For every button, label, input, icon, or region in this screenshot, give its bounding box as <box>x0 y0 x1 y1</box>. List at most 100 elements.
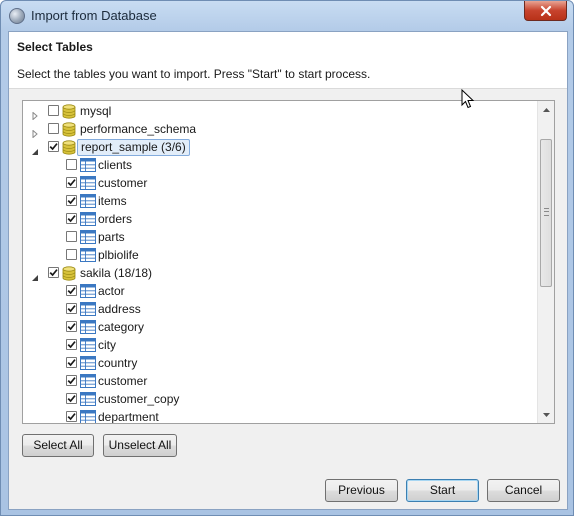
collapsed-arrow-icon[interactable] <box>31 125 39 139</box>
checked-checkbox[interactable] <box>66 321 77 332</box>
checked-checkbox[interactable] <box>66 375 77 386</box>
table-label: parts <box>98 230 125 244</box>
table-label: customer <box>98 176 148 190</box>
scroll-up-icon <box>542 107 550 112</box>
collapsed-arrow-icon[interactable] <box>31 107 39 121</box>
table-icon <box>80 356 96 370</box>
unchecked-checkbox[interactable] <box>66 231 77 242</box>
table-label: address <box>98 302 141 316</box>
tree-database-row[interactable]: performance_schema <box>23 120 538 139</box>
table-label: city <box>98 338 116 352</box>
table-label: orders <box>98 212 133 226</box>
table-label: clients <box>98 158 133 172</box>
table-icon <box>80 212 96 226</box>
table-icon <box>80 230 96 244</box>
table-label: department <box>98 410 159 424</box>
dialog-body: Select Tables Select the tables you want… <box>8 31 568 510</box>
table-icon <box>80 176 96 190</box>
grip-icon <box>544 208 549 216</box>
table-icon <box>80 392 96 406</box>
checked-checkbox[interactable] <box>66 303 77 314</box>
page-description: Select the tables you want to import. Pr… <box>17 67 371 81</box>
expanded-arrow-icon[interactable] <box>31 269 39 281</box>
checked-checkbox[interactable] <box>66 357 77 368</box>
table-icon <box>80 302 96 316</box>
tree-table-row[interactable]: clients <box>23 156 538 174</box>
scroll-down-button[interactable] <box>538 406 554 423</box>
tree-table-row[interactable]: parts <box>23 228 538 246</box>
previous-button[interactable]: Previous <box>325 479 398 502</box>
page-title: Select Tables <box>17 40 93 54</box>
checked-checkbox[interactable] <box>66 195 77 206</box>
tree-table-row[interactable]: plbiolife <box>23 246 538 264</box>
unchecked-checkbox[interactable] <box>48 123 59 134</box>
table-label: actor <box>98 284 125 298</box>
table-icon <box>80 248 96 262</box>
tree-table-row[interactable]: customer <box>23 372 538 390</box>
table-tree[interactable]: mysql performance_schema report_sample (3/… <box>22 100 555 424</box>
table-icon <box>80 158 96 172</box>
expanded-arrow-icon[interactable] <box>31 143 39 155</box>
start-button[interactable]: Start <box>406 479 479 502</box>
table-icon <box>80 284 96 298</box>
title-bar[interactable]: Import from Database <box>1 1 573 31</box>
checked-checkbox[interactable] <box>66 213 77 224</box>
tree-table-row[interactable]: customer <box>23 174 538 192</box>
table-icon <box>80 338 96 352</box>
checked-checkbox[interactable] <box>66 285 77 296</box>
scroll-down-icon <box>542 412 550 417</box>
table-icon <box>80 374 96 388</box>
tree-database-row[interactable]: report_sample (3/6) <box>23 138 538 156</box>
tree-table-row[interactable]: actor <box>23 282 538 300</box>
close-button[interactable] <box>524 1 567 21</box>
unchecked-checkbox[interactable] <box>66 249 77 260</box>
tree-table-row[interactable]: address <box>23 300 538 318</box>
tree-table-row[interactable]: city <box>23 336 538 354</box>
tree-table-row[interactable]: items <box>23 192 538 210</box>
select-all-button[interactable]: Select All <box>22 434 94 457</box>
tree-rows: mysql performance_schema report_sample (3/… <box>23 102 538 424</box>
scroll-up-button[interactable] <box>538 101 554 118</box>
table-label: plbiolife <box>98 248 139 262</box>
unchecked-checkbox[interactable] <box>48 105 59 116</box>
app-icon <box>9 8 25 24</box>
database-icon <box>62 122 76 137</box>
table-icon <box>80 194 96 208</box>
mouse-cursor-icon <box>461 89 475 109</box>
table-label: country <box>98 356 138 370</box>
database-icon <box>62 104 76 119</box>
database-label: mysql <box>80 104 112 118</box>
scroll-thumb[interactable] <box>540 139 552 287</box>
cancel-button[interactable]: Cancel <box>487 479 560 502</box>
checked-checkbox[interactable] <box>66 339 77 350</box>
tree-table-row[interactable]: category <box>23 318 538 336</box>
table-label: category <box>98 320 145 334</box>
vertical-scrollbar[interactable] <box>537 101 554 423</box>
table-label: customer <box>98 374 148 388</box>
window-title: Import from Database <box>31 8 157 23</box>
close-icon <box>540 5 551 16</box>
database-label: report_sample (3/6) <box>77 139 190 156</box>
checked-checkbox[interactable] <box>66 411 77 422</box>
unchecked-checkbox[interactable] <box>66 159 77 170</box>
import-dialog: Import from Database Select Tables Selec… <box>0 0 574 516</box>
checked-checkbox[interactable] <box>48 141 59 152</box>
table-label: items <box>98 194 127 208</box>
database-icon <box>62 140 76 155</box>
checked-checkbox[interactable] <box>66 177 77 188</box>
checked-checkbox[interactable] <box>66 393 77 404</box>
database-label: sakila (18/18) <box>80 266 153 280</box>
table-label: customer_copy <box>98 392 180 406</box>
database-label: performance_schema <box>80 122 197 136</box>
table-icon <box>80 410 96 423</box>
tree-table-row[interactable]: department <box>23 408 538 424</box>
unselect-all-button[interactable]: Unselect All <box>103 434 177 457</box>
tree-table-row[interactable]: customer_copy <box>23 390 538 408</box>
tree-table-row[interactable]: country <box>23 354 538 372</box>
tree-table-row[interactable]: orders <box>23 210 538 228</box>
wizard-header: Select Tables Select the tables you want… <box>9 32 567 89</box>
table-icon <box>80 320 96 334</box>
database-icon <box>62 266 76 281</box>
checked-checkbox[interactable] <box>48 267 59 278</box>
tree-database-row[interactable]: sakila (18/18) <box>23 264 538 282</box>
